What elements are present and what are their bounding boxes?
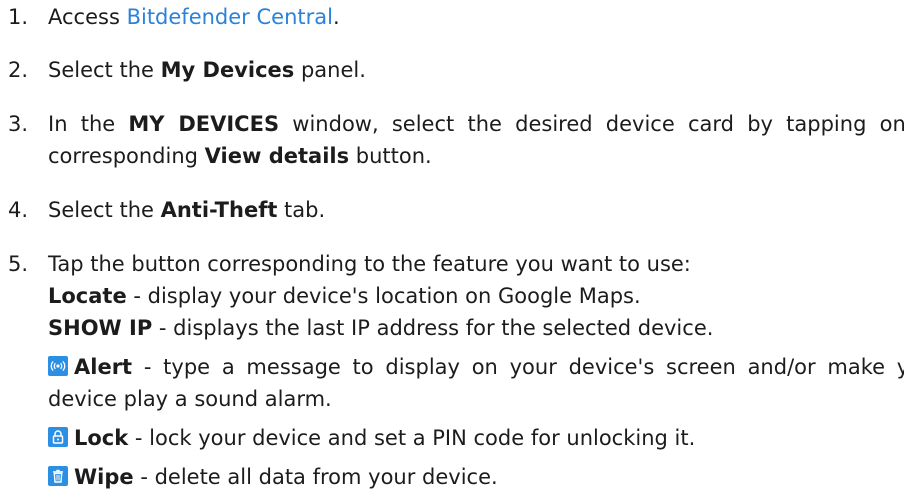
step-2: 2. Select the My Devices panel. xyxy=(0,54,904,86)
feature-desc: - displays the last IP address for the s… xyxy=(152,316,714,340)
feature-desc: - lock your device and set a PIN code fo… xyxy=(128,426,696,450)
feature-alert: Alert - type a message to display on you… xyxy=(8,351,904,415)
alert-icon xyxy=(48,356,68,376)
step-text: In the xyxy=(48,112,129,136)
step-text-end: . xyxy=(332,5,340,29)
feature-show-ip: SHOW IP - displays the last IP address f… xyxy=(48,312,904,344)
step-number: 1. xyxy=(8,5,29,29)
feature-desc: - display your device's location on Goog… xyxy=(126,284,641,308)
step-text: Tap the button corresponding to the feat… xyxy=(48,252,691,276)
feature-lock: Lock - lock your device and set a PIN co… xyxy=(48,422,904,454)
step-text-end: button. xyxy=(349,144,432,168)
step-number: 3. xyxy=(8,112,29,136)
step-text: Select the xyxy=(48,198,161,222)
feature-name: Alert xyxy=(74,355,133,379)
step-number: 5. xyxy=(8,252,29,276)
bitdefender-central-link[interactable]: Bitdefender Central xyxy=(127,5,333,29)
feature-locate: Locate - display your device's location … xyxy=(48,280,904,312)
step-5: 5. Tap the button corresponding to the f… xyxy=(0,248,904,493)
step-number: 2. xyxy=(8,58,29,82)
feature-wipe: Wipe - delete all data from your device. xyxy=(48,461,904,493)
feature-name: SHOW IP xyxy=(48,316,153,340)
wipe-icon xyxy=(48,466,68,486)
feature-desc: - type a message to display on your devi… xyxy=(48,355,904,411)
anti-theft-label: Anti-Theft xyxy=(160,198,278,222)
view-details-label: View details xyxy=(204,144,350,168)
step-number: 4. xyxy=(8,198,29,222)
step-text-end: tab. xyxy=(277,198,326,222)
feature-name: Wipe xyxy=(74,465,134,489)
step-3: 3. In the MY DEVICES window, select the … xyxy=(0,108,904,172)
my-devices-label: My Devices xyxy=(160,58,295,82)
feature-name: Locate xyxy=(48,284,127,308)
step-1: 1. Access Bitdefender Central. xyxy=(0,1,904,33)
feature-desc: - delete all data from your device. xyxy=(133,465,498,489)
step-text: Access xyxy=(48,5,127,29)
step-text-end: panel. xyxy=(294,58,366,82)
my-devices-window-label: MY DEVICES xyxy=(128,112,280,136)
step-text: Select the xyxy=(48,58,161,82)
lock-icon xyxy=(48,427,68,447)
feature-name: Lock xyxy=(74,426,129,450)
step-4: 4. Select the Anti-Theft tab. xyxy=(0,194,904,226)
instructions-page: 1. Access Bitdefender Central. 2. Select… xyxy=(0,0,904,489)
